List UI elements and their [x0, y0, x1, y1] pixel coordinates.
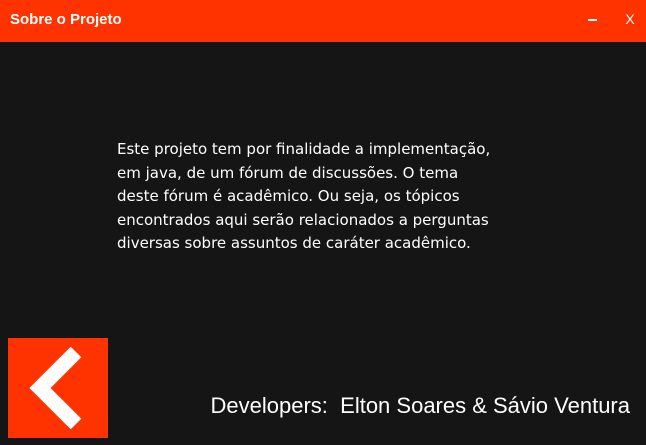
project-description: Este projeto tem por finalidade a implem… — [117, 140, 491, 252]
title-bar: Sobre o Projeto X — [0, 0, 646, 42]
close-button[interactable]: X — [617, 6, 643, 32]
minimize-icon — [588, 19, 597, 21]
about-window: Sobre o Projeto X Este projeto tem por f… — [0, 0, 646, 445]
minimize-button[interactable] — [580, 6, 606, 32]
chevron-left-icon — [29, 346, 82, 430]
back-button[interactable] — [8, 338, 108, 438]
window-title: Sobre o Projeto — [10, 11, 122, 28]
developers-credits: Developers: Elton Soares & Sávio Ventura — [210, 393, 630, 418]
